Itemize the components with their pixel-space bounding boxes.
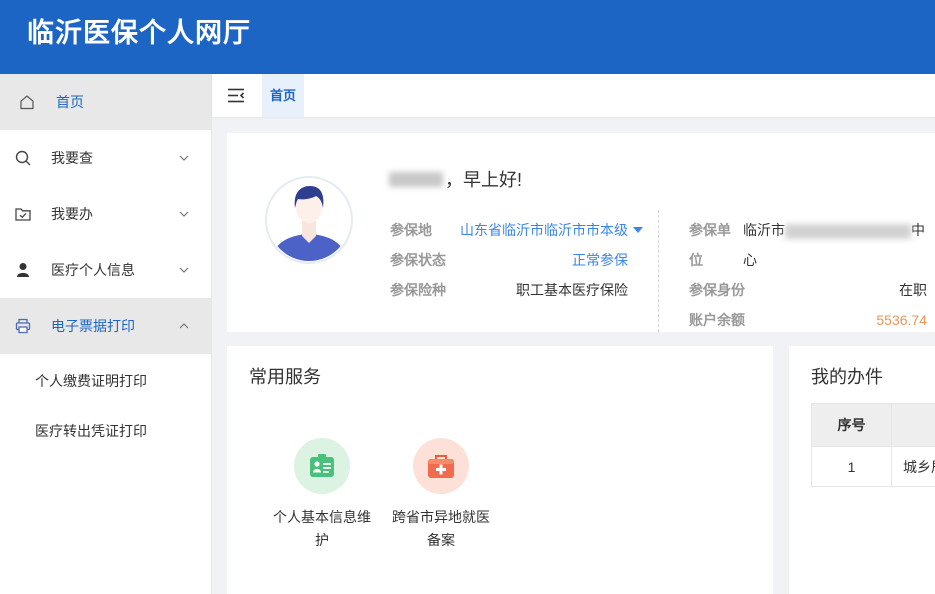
sidebar-item-handle[interactable]: 我要办 <box>0 186 211 242</box>
insurance-info-left: 参保地 山东省临沂市临沂市市本级 参保状态 正常参保 参保险种 职工基本医疗保险 <box>390 215 646 305</box>
my-tasks-card: 我的办件 序号 1 城乡居 <box>789 346 935 594</box>
redacted-user-name <box>389 172 443 187</box>
dashed-divider <box>658 210 659 332</box>
info-row-insured-place: 参保地 山东省临沂市临沂市市本级 <box>390 215 646 245</box>
col-header-name <box>891 403 935 447</box>
sidebar-item-label: 医疗个人信息 <box>51 262 135 278</box>
table-body: 1 城乡居 <box>811 446 935 487</box>
tasks-title: 我的办件 <box>811 367 883 387</box>
sidebar: 首页 我要查 我要办 医疗个人信息 电子票据打印 个人缴费证明打印 医疗转出凭证… <box>0 74 212 594</box>
redacted-unit-name <box>785 223 911 239</box>
tasks-table: 序号 1 城乡居 <box>811 403 935 487</box>
info-label: 参保地 <box>390 222 432 238</box>
sidebar-item-label: 首页 <box>56 94 84 110</box>
service-label: 跨省市异地就医备案 <box>392 509 490 548</box>
info-row-insurance-type: 参保险种 职工基本医疗保险 <box>390 275 646 305</box>
greeting-text: ，早上好! <box>445 170 523 190</box>
service-icon-circle <box>294 438 350 494</box>
info-row-insured-identity: 参保身份 在职 <box>689 275 927 305</box>
printer-icon <box>15 318 31 334</box>
cell-index: 1 <box>811 446 892 487</box>
profile-card: ，早上好! 参保地 山东省临沂市临沂市市本级 参保状态 正常参保 参保险种 职工… <box>227 133 935 332</box>
insured-unit-value: 临沂市 中心 <box>743 215 927 275</box>
tab-home[interactable]: 首页 <box>262 74 304 117</box>
info-row-insured-unit: 参保单位 临沂市 中心 <box>689 215 927 275</box>
chevron-down-icon <box>179 155 189 161</box>
table-header-row: 序号 <box>811 403 935 447</box>
service-label: 个人基本信息维护 <box>273 509 371 548</box>
table-row[interactable]: 1 城乡居 <box>811 446 935 487</box>
sidebar-item-label: 电子票据打印 <box>51 318 135 334</box>
insurance-type-value: 职工基本医疗保险 <box>516 282 628 298</box>
info-label: 参保身份 <box>689 282 745 298</box>
info-label: 参保险种 <box>390 282 446 298</box>
info-label: 参保状态 <box>390 252 446 268</box>
info-row-account-balance: 账户余额 5536.74 <box>689 305 927 335</box>
caret-down-icon[interactable] <box>633 227 643 233</box>
first-aid-kit-icon <box>428 455 454 478</box>
info-label: 参保单位 <box>689 222 731 268</box>
account-balance-value: 5536.74 <box>876 312 927 328</box>
insured-place-select[interactable]: 山东省临沂市临沂市市本级 <box>460 215 628 245</box>
sidebar-item-label: 我要办 <box>51 206 93 222</box>
insured-status-value: 正常参保 <box>572 252 628 268</box>
submenu-item-transfer-voucher[interactable]: 医疗转出凭证打印 <box>0 406 211 456</box>
service-icon-circle <box>413 438 469 494</box>
insured-identity-value: 在职 <box>899 282 927 298</box>
info-label: 账户余额 <box>689 312 745 328</box>
chevron-down-icon <box>179 267 189 273</box>
person-icon <box>15 262 31 278</box>
services-title: 常用服务 <box>249 367 321 387</box>
tab-bar: 首页 <box>212 74 935 117</box>
chevron-down-icon <box>179 211 189 217</box>
user-avatar-icon <box>265 176 353 264</box>
sidebar-item-query[interactable]: 我要查 <box>0 130 211 186</box>
unit-prefix: 临沂市 <box>743 222 785 238</box>
sidebar-item-label: 我要查 <box>51 150 93 166</box>
folder-check-icon <box>15 206 31 222</box>
id-card-icon <box>310 454 334 477</box>
cell-name: 城乡居 <box>891 446 935 487</box>
info-row-insured-status: 参保状态 正常参保 <box>390 245 646 275</box>
sidebar-item-personal-info[interactable]: 医疗个人信息 <box>0 242 211 298</box>
sidebar-item-e-invoice-print[interactable]: 电子票据打印 <box>0 298 211 354</box>
home-icon <box>19 94 35 110</box>
top-header: 临沂医保个人网厅 <box>0 0 935 74</box>
menu-fold-icon[interactable] <box>228 88 244 103</box>
col-header-index: 序号 <box>811 403 892 447</box>
app-title: 临沂医保个人网厅 <box>27 18 251 48</box>
common-services-card: 常用服务 个人基本信息维护 跨省市异地就医备案 <box>227 346 773 594</box>
submenu-item-payment-certificate[interactable]: 个人缴费证明打印 <box>0 356 211 406</box>
table-head: 序号 <box>811 403 935 447</box>
search-icon <box>15 150 31 166</box>
chevron-up-icon <box>179 323 189 329</box>
sidebar-item-home[interactable]: 首页 <box>0 74 211 130</box>
insurance-info-right: 参保单位 临沂市 中心 参保身份 在职 账户余额 5536.74 <box>689 215 927 335</box>
service-cross-region-medical-filing[interactable]: 跨省市异地就医备案 <box>381 438 501 552</box>
service-personal-info-maintenance[interactable]: 个人基本信息维护 <box>262 438 382 552</box>
